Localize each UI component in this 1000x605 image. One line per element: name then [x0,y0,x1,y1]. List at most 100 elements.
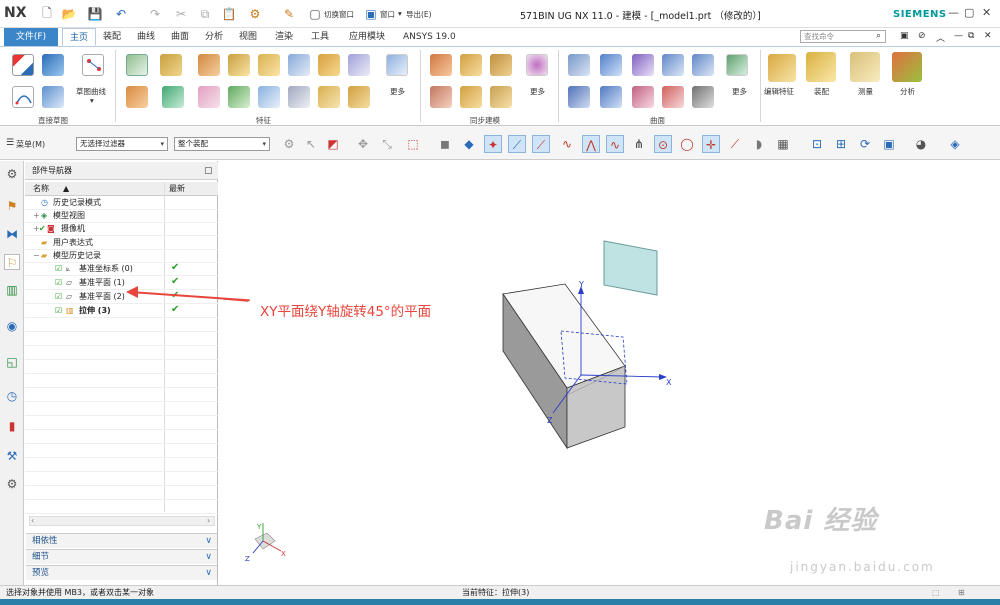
paste-icon[interactable]: 📋 [220,5,238,23]
save-icon[interactable]: 💾 [86,5,104,23]
rotate-icon[interactable]: ⟳ [856,135,874,153]
tab-home[interactable]: 主页 [62,28,97,46]
rectangle-select-icon[interactable]: ⬚ [404,135,422,153]
accordion-preview[interactable]: 预览 ∨ [26,565,217,580]
doc-minimize-icon[interactable]: — [954,31,963,41]
circle-sketch-icon[interactable] [12,86,34,108]
sketch-point-icon[interactable] [42,54,64,76]
assembly-icon[interactable] [806,52,836,82]
split-body-icon[interactable] [348,86,370,108]
move-face-icon[interactable] [430,54,452,76]
window-icon[interactable]: ▣ [362,5,380,23]
sketch-icon[interactable] [12,54,34,76]
tree-row[interactable]: ☑ ⟀ 基准坐标系 (0) ✔ [25,262,218,276]
checkbox-icon[interactable]: ☑ [55,276,62,289]
graphics-window[interactable]: Y X Z Y X Z [223,161,1000,585]
doc-close-icon[interactable]: ✕ [984,31,992,41]
hole-icon[interactable] [228,54,250,76]
work-layer-icon[interactable]: ◈ [946,135,964,153]
snap-bounded-grid-icon[interactable]: ◗ [750,135,768,153]
gear-icon[interactable]: ⚙ [4,166,20,182]
tab-analysis[interactable]: 分析 [198,28,230,46]
subtract-icon[interactable] [162,86,184,108]
reuse-library-icon[interactable]: ▥ [4,282,20,298]
window-menu[interactable]: 窗口 [380,9,395,20]
tab-assembly[interactable]: 装配 [96,28,128,46]
close-button[interactable]: ✕ [982,6,991,19]
horizontal-scrollbar[interactable] [29,516,215,526]
edit-feature-label[interactable]: 编辑特征 [764,86,794,97]
tab-ansys[interactable]: ANSYS 19.0 [396,28,463,46]
tab-surface[interactable]: 曲面 [164,28,196,46]
delete-face-icon[interactable] [430,86,452,108]
ruled-icon[interactable] [662,54,684,76]
tree-row[interactable]: ☑ ▥ 拉伸 (3) ✔ [25,304,218,318]
maximize-button[interactable]: ▢ [964,6,974,19]
collapse-ribbon-icon[interactable]: ︿ [936,31,945,44]
studio-surface-icon[interactable] [632,54,654,76]
snap-line-icon[interactable]: ⟋ [508,135,526,153]
snap-polyline-icon[interactable]: ⋀ [582,135,600,153]
ribbon-options-icon[interactable]: ▣ [900,31,909,41]
column-latest[interactable]: 最新 [169,182,185,196]
snap-arc-center-icon[interactable]: ⊙ [654,135,672,153]
window-menu-arrow[interactable]: ▾ [398,9,402,18]
datum-plane-shape[interactable] [603,240,658,296]
redo-icon[interactable]: ↷ [146,5,164,23]
search-icon[interactable]: ⌕ [876,31,881,41]
command-search-input[interactable]: 查找命令 [800,30,886,43]
fit-view-icon[interactable]: ⊡ [808,135,826,153]
accordion-dependencies[interactable]: 相依性 ∨ [26,533,217,548]
help-icon[interactable]: ⊘ [918,31,926,41]
snap-point-icon[interactable]: ◩ [324,135,342,153]
make-coplanar-icon[interactable] [490,86,512,108]
offset-region-icon[interactable] [490,54,512,76]
zoom-icon[interactable]: ⊞ [832,135,850,153]
menu-icon[interactable]: ☰ [6,138,14,148]
thicken-icon[interactable] [632,86,654,108]
unite-icon[interactable] [126,86,148,108]
trim-body-icon[interactable] [318,86,340,108]
render-style-icon[interactable]: ◕ [912,135,930,153]
boss-icon[interactable] [288,54,310,76]
orient-view-icon[interactable]: ▣ [880,135,898,153]
tab-render[interactable]: 渲染 [268,28,300,46]
touch-mode-icon[interactable]: ⚙ [246,5,264,23]
more-surface-icon[interactable] [726,54,748,76]
tree-row[interactable]: ☑ ▱ 基准平面 (1) ✔ [25,276,218,290]
selection-scope-dropdown[interactable]: 整个装配 ▾ [174,137,270,151]
clock-icon[interactable]: ◷ [4,388,20,404]
general-select-icon[interactable]: ⚙ [280,135,298,153]
assembly-navigator-icon[interactable]: ⚑ [4,198,20,214]
snap-spline-icon[interactable]: ∿ [606,135,624,153]
switch-window-label[interactable]: 切换窗口 [324,9,354,20]
trim-sheet-icon[interactable] [662,86,684,108]
pick-icon[interactable]: ✥ [354,135,372,153]
column-name[interactable]: 名称 [33,182,49,196]
palette-icon[interactable]: ▮ [4,418,20,434]
bounded-plane-icon[interactable] [568,86,590,108]
tab-tools[interactable]: 工具 [304,28,336,46]
extrude-sketch-icon[interactable] [42,86,64,108]
sew-icon[interactable] [600,86,622,108]
snap-curve-icon[interactable]: ∿ [558,135,576,153]
tree-row[interactable]: + ✔ ◙ 摄像机 [25,222,218,236]
export-menu[interactable]: 导出(E) [406,9,432,20]
maximize-panel-icon[interactable]: ▢ [204,166,213,176]
minimize-button[interactable]: — [948,6,959,19]
snap-quadrant-icon[interactable]: ◯ [678,135,696,153]
analysis-icon[interactable] [892,52,922,82]
checkbox-icon[interactable]: ☑ [55,262,62,275]
snap-point-on-surface-icon[interactable]: ⟋ [726,135,744,153]
collapse-icon[interactable]: − [33,249,40,262]
select-object-icon[interactable]: ↖ [302,135,320,153]
selection-icon[interactable]: ⬚ [932,586,940,599]
system-scene-icon[interactable]: ⚙ [4,476,20,492]
checkbox-icon[interactable]: ☑ [55,304,62,317]
tab-application[interactable]: 应用模块 [342,28,392,46]
accordion-details[interactable]: 细节 ∨ [26,549,217,564]
profile-icon[interactable] [82,54,104,76]
more-feature-label[interactable]: 更多 [390,86,405,97]
tree-row[interactable]: + ◈ 模型视图 [25,209,218,223]
extrude-icon[interactable] [160,54,182,76]
